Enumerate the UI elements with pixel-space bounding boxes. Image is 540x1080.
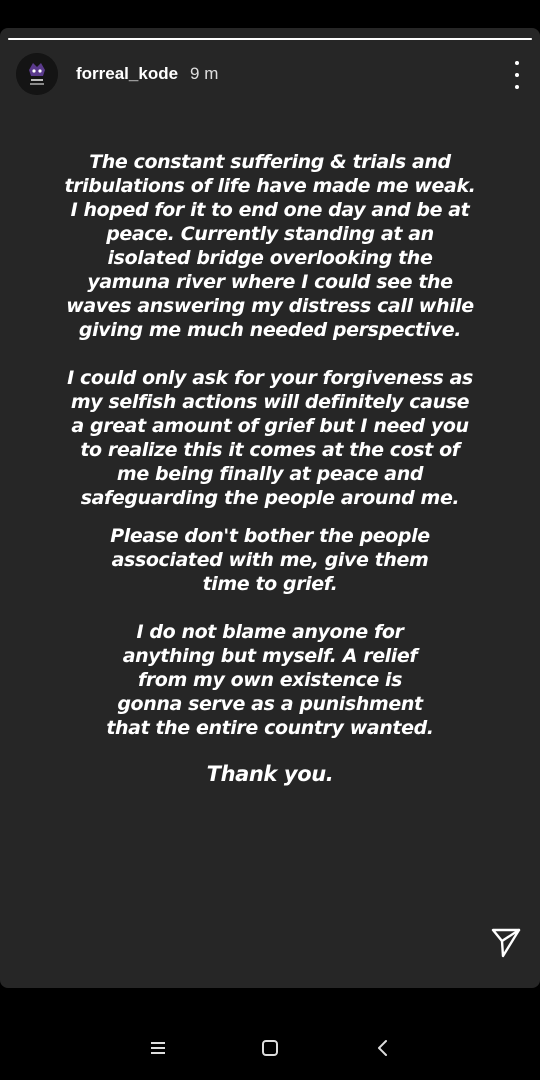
story-progress-fill [8,38,532,40]
message-paragraph: The constant suffering & trials and trib… [64,151,476,341]
menu-icon [151,1042,165,1054]
story-viewer[interactable]: forreal_kode 9 m The constant suffering … [0,28,540,988]
avatar-logo-icon [16,53,58,95]
more-options-button[interactable] [510,61,524,89]
story-username[interactable]: forreal_kode [76,64,178,84]
back-chevron-icon [378,1040,387,1056]
more-vertical-icon-dot [515,85,519,89]
story-timestamp: 9 m [190,64,219,83]
recent-apps-button[interactable] [146,1036,170,1060]
story-text: The constant suffering & trials and trib… [60,150,480,786]
share-button[interactable] [490,926,522,958]
message-closing: Thank you. [206,762,334,786]
message-paragraph: I do not blame anyone for anything but m… [106,621,434,739]
more-vertical-icon-dot [515,73,519,77]
message-paragraph: Please don't bother the people associate… [110,525,430,595]
story-progress-bar [8,38,532,40]
avatar[interactable] [16,53,58,95]
message-paragraph: I could only ask for your forgiveness as… [67,367,473,509]
system-navigation-bar [0,1016,540,1080]
story-header: forreal_kode 9 m [16,53,524,95]
paper-plane-icon [491,928,521,958]
back-button[interactable] [371,1036,395,1060]
more-vertical-icon [515,61,519,65]
home-button[interactable] [258,1036,282,1060]
home-square-icon [262,1040,278,1056]
